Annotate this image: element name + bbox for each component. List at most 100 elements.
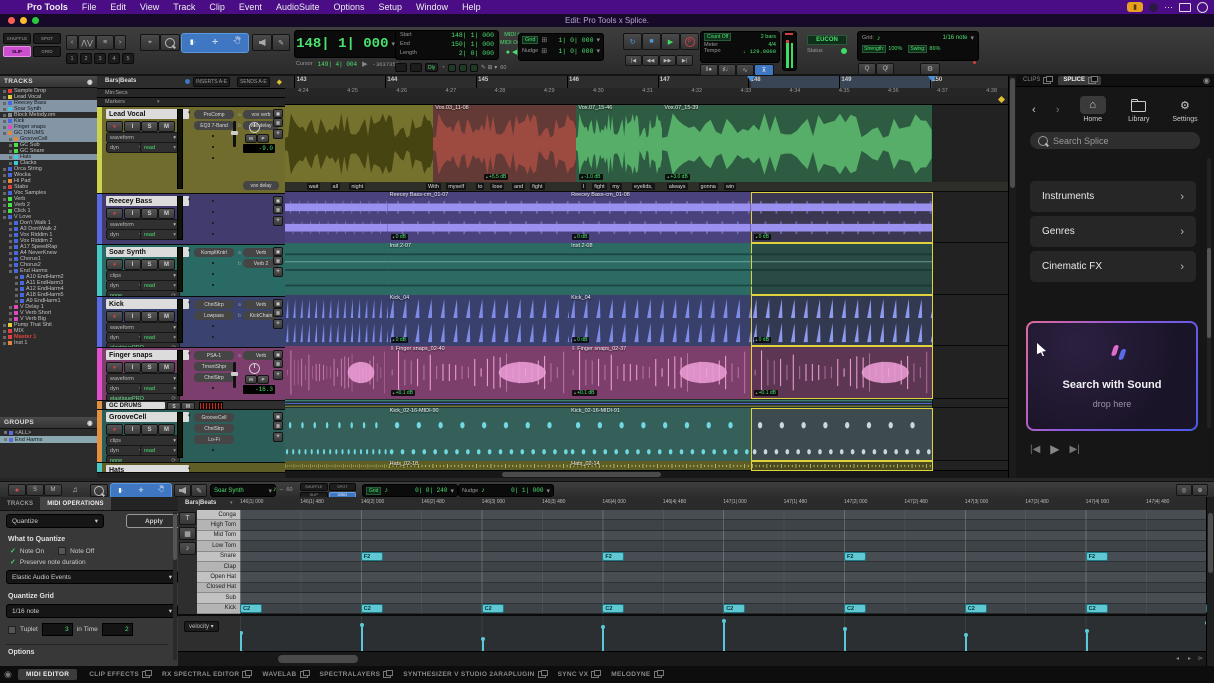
arrangement-track-soar-synth[interactable]: Inst 2-07Inst 2-08 (285, 243, 1008, 295)
vscroll-handle[interactable] (1010, 78, 1015, 188)
insert-trnsntshpr[interactable]: TrnsntShpr (194, 362, 234, 371)
clip-finger-snaps-02-40[interactable]: ⇩ Finger snaps_02-40 (388, 346, 570, 399)
lyric-chip-with[interactable]: With (426, 183, 441, 190)
splice-scrollbar[interactable] (1207, 158, 1211, 428)
track-header-hats[interactable]: Hats▾ (97, 463, 285, 473)
zoom-tool[interactable]: ⌖ (140, 34, 160, 51)
drum-lane-sub[interactable]: Sub (197, 593, 240, 603)
lead-vocal-s-button[interactable]: S (141, 121, 158, 132)
soar-synth-record-button[interactable]: ● (106, 259, 123, 270)
clip-kick-02-16-midi-90[interactable]: Kick_02-16-MIDI-90 (388, 408, 570, 461)
insert-chnlstrp[interactable]: ChnlStrp (194, 424, 234, 433)
groovecell-elastic-audio[interactable]: none⟳ (106, 455, 180, 463)
midi-selector-tool[interactable]: ▮· (112, 485, 130, 495)
insert-chnlstrp[interactable]: ChnlStrp (194, 300, 234, 309)
splice-category-instruments[interactable]: Instruments› (1030, 181, 1196, 212)
menu-view[interactable]: View (133, 2, 166, 12)
grabber-tool[interactable]: ✛ (205, 35, 225, 49)
mic-status-icon[interactable]: ▮ (1127, 2, 1143, 12)
menu-help[interactable]: Help (455, 2, 488, 12)
kick-s-button[interactable]: S (141, 311, 158, 322)
lead-vocal-send-pre[interactable]: P (257, 134, 269, 143)
midi-solo-button[interactable]: S (26, 484, 44, 496)
lead-vocal-automation-mode[interactable]: read▾ (140, 142, 180, 153)
lyric-chip-lose[interactable]: lose (490, 183, 504, 190)
zoom-preset-1[interactable]: 1 (66, 53, 78, 64)
tab-midi-operations[interactable]: MIDI OPERATIONS (40, 497, 111, 510)
midi-note-f2-beat-1[interactable]: F2 (361, 552, 383, 561)
midi-note-c2-beat-5[interactable]: C2 (844, 604, 866, 613)
arrangement-hscrollbar[interactable] (285, 470, 1008, 478)
midi-link-button[interactable]: ⊕ (1192, 484, 1208, 496)
close-window-button[interactable] (8, 17, 15, 24)
midi-scrubber-tool[interactable] (174, 484, 191, 497)
bottom-tab-clip-effects[interactable]: CLIP EFFECTS (89, 671, 150, 678)
midi-note-c2-beat-6[interactable]: C2 (965, 604, 987, 613)
quantize-grid-select[interactable]: 1/16 note▾ (6, 604, 178, 618)
lyric-chip-and[interactable]: and (512, 183, 525, 190)
menu-pro-tools[interactable]: Pro Tools (20, 2, 75, 12)
clip[interactable] (285, 192, 389, 243)
groups-panel-menu-icon[interactable]: ◉ (87, 419, 93, 427)
header-mini-2[interactable]: ▥ (273, 118, 283, 127)
clip-kick-04[interactable]: Kick_04 (569, 295, 751, 346)
midi-note-f2-beat-5[interactable]: F2 (844, 552, 866, 561)
drum-lane-closed-hat[interactable]: Closed Hat (197, 583, 240, 593)
drum-lane-open-hat[interactable]: Open Hat (197, 572, 240, 582)
header-add-button[interactable]: + (273, 319, 283, 329)
lyric-chip-fight[interactable]: fight (592, 183, 606, 190)
ruler-minsecs-label[interactable]: Min:Secs (105, 90, 128, 96)
splice-tab-clips[interactable]: CLIPS (1018, 76, 1056, 85)
note-on-checkbox[interactable]: ✓ (10, 547, 16, 555)
soar-synth-i-button[interactable]: I (124, 259, 141, 270)
menu-audiosuite[interactable]: AudioSuite (269, 2, 327, 12)
finger-snaps-i-button[interactable]: I (124, 362, 141, 373)
velocity-stem-beat-1[interactable] (361, 625, 363, 651)
trim-note-tool[interactable]: T (179, 512, 196, 525)
group-item-all[interactable]: <ALL> (0, 429, 97, 436)
insert-lowpass[interactable]: Lowpass (194, 311, 234, 320)
splice-category-genres[interactable]: Genres› (1030, 216, 1196, 247)
tempo-ruler-button[interactable]: ∿ (736, 64, 754, 76)
finger-snaps-record-button[interactable]: ● (106, 362, 123, 373)
header-mini-2[interactable]: ▥ (273, 256, 283, 265)
pencil-tool[interactable]: ✎ (272, 34, 290, 51)
track-header-lead-vocal[interactable]: Lead Vocal▾●ISMwaveform▾dyn▾read▾ProComp… (97, 107, 285, 194)
header-mini-2[interactable]: ▥ (273, 308, 283, 317)
reecey-bass-automation-mode[interactable]: read▾ (140, 229, 180, 240)
splice-home-tab[interactable]: ⌂Home (1080, 96, 1106, 123)
velocity-stem-beat-6[interactable] (965, 635, 967, 651)
sends-column-header[interactable]: SENDS A-E (237, 77, 270, 87)
header-mini-1[interactable]: ▣ (273, 412, 283, 421)
reecey-bass-s-button[interactable]: S (141, 208, 158, 219)
header-mini-1[interactable]: ▣ (273, 109, 283, 118)
tab-tracks[interactable]: TRACKS (0, 497, 40, 510)
soar-synth-s-button[interactable]: S (141, 259, 158, 270)
midi-note-grid[interactable]: C2C2C2C2C2C2C2C2C2F2F2F2F2 (240, 510, 1207, 614)
edit-mode-spot[interactable]: SPOT (33, 33, 61, 44)
midi-note-c2-beat-3[interactable]: C2 (602, 604, 624, 613)
drum-lane-clap[interactable]: Clap (197, 562, 240, 572)
clip-kick-02-16-midi-91[interactable]: Kick_02-16-MIDI-91 (569, 408, 751, 461)
window-title-bar[interactable]: Edit: Pro Tools x Splice. (0, 14, 1214, 28)
bottom-tab-synthesizer-v-studio-2araplugin[interactable]: SYNTHESIZER V STUDIO 2ARAPLUGIN (403, 671, 545, 678)
lyric-chip-fight[interactable]: fight (530, 183, 544, 190)
midi-zoom-in-button[interactable]: ▸ (1188, 655, 1191, 662)
metronome-button[interactable]: ⊼ (754, 64, 774, 76)
arrangement-track-kick[interactable]: Kick_04Kick_04▴ 0 dB▴ 0 dB▴ 0 dB (285, 295, 1008, 346)
note-off-checkbox[interactable] (58, 547, 66, 555)
lyric-chip-always[interactable]: always (667, 183, 688, 190)
count-off-button[interactable]: Count Off (704, 33, 731, 41)
clip-inst-2-07[interactable]: Inst 2-07 (388, 243, 570, 295)
lead-vocal-m-button[interactable]: M (158, 121, 175, 132)
clip-kick-04[interactable]: Kick_04 (388, 295, 570, 346)
marker-diamond-icon[interactable] (998, 96, 1005, 103)
track-header-kick[interactable]: Kick▾●ISMwaveform▾dyn▾read▾elastiquePRO⟳… (97, 297, 285, 348)
clip[interactable] (285, 295, 389, 346)
metronome-settings-button[interactable]: ‖● (700, 64, 718, 76)
menu-event[interactable]: Event (232, 2, 269, 12)
clip[interactable] (751, 461, 933, 471)
quantize-off-button[interactable]: Q̸ (876, 63, 894, 75)
midi-record-button[interactable]: ● (8, 484, 26, 496)
menu-options[interactable]: Options (326, 2, 371, 12)
